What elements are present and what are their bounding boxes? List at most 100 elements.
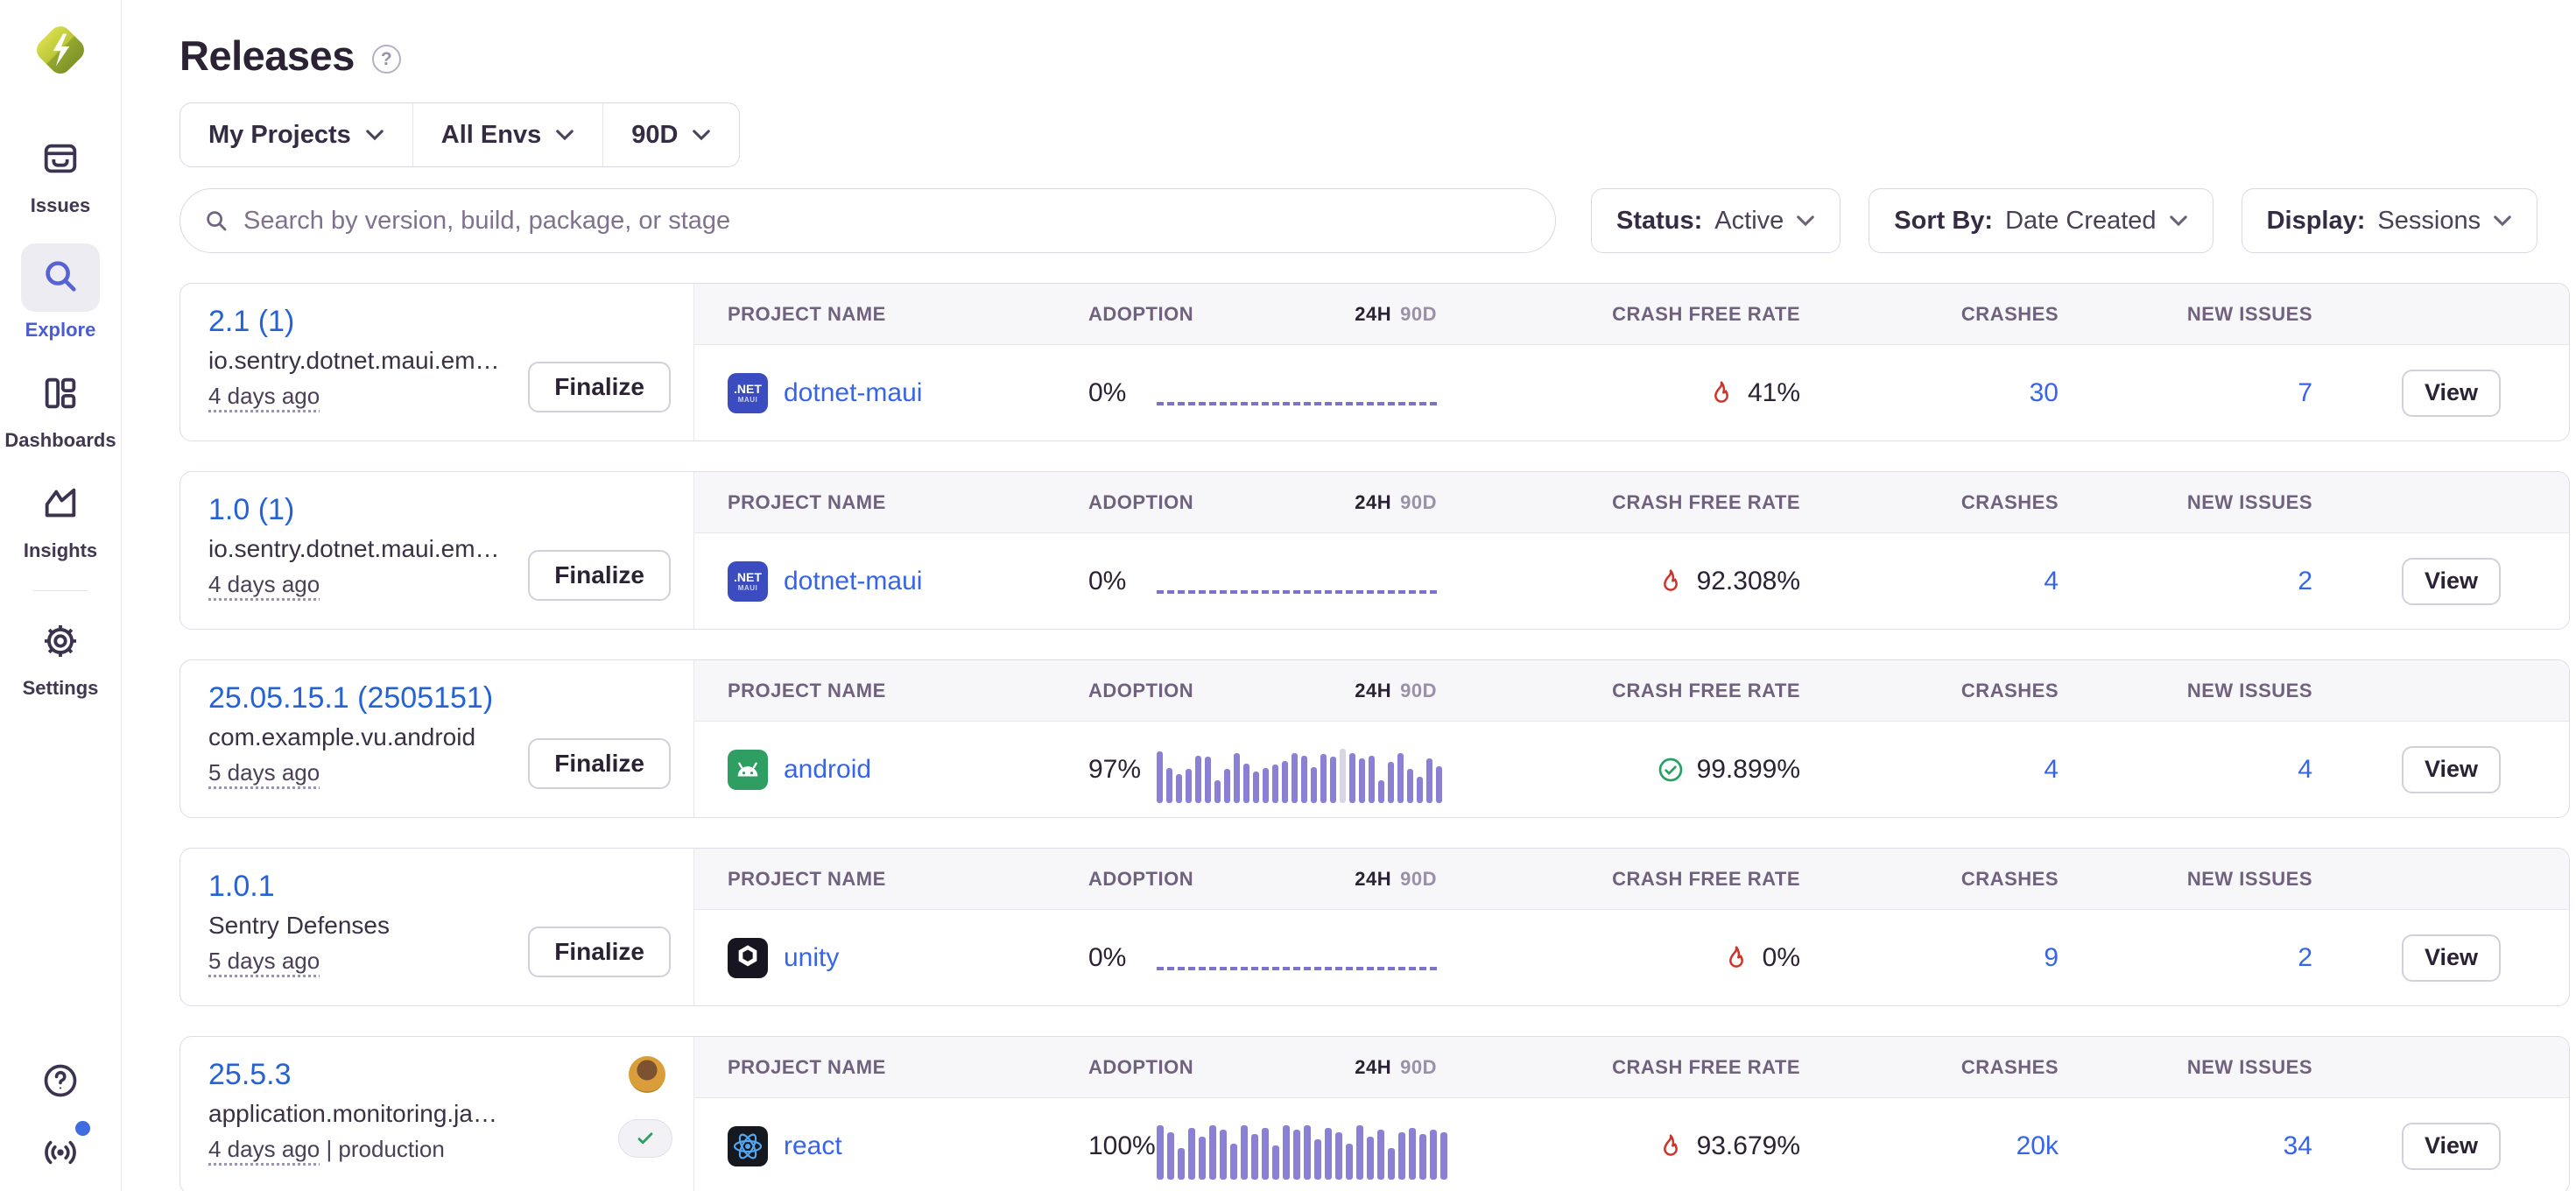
release-age[interactable]: 5 days ago	[208, 948, 320, 974]
new-issues-link[interactable]: 4	[2298, 755, 2312, 784]
sparkline-bar	[1178, 1148, 1185, 1180]
crashes-link[interactable]: 20k	[2016, 1131, 2059, 1160]
crash-free-status-icon	[1707, 379, 1735, 407]
finalized-badge[interactable]	[618, 1119, 672, 1158]
table-row: react 100% 93.679% 20k 34 View	[694, 1098, 2569, 1191]
sidebar: Issues Explore Dashboards Insights	[0, 0, 122, 1191]
release-version-link[interactable]: 25.05.15.1 (2505151)	[208, 681, 493, 715]
view-button[interactable]: View	[2402, 370, 2501, 417]
sparkline-bar	[1293, 1130, 1300, 1180]
crashes-link[interactable]: 9	[2044, 943, 2059, 972]
project-link[interactable]: react	[784, 1131, 842, 1161]
sidebar-item-explore[interactable]: Explore	[21, 243, 100, 342]
release-summary: 1.0 (1) io.sentry.dotnet.maui.em… 4 days…	[180, 472, 694, 629]
finalize-button[interactable]: Finalize	[528, 550, 671, 601]
chevron-down-icon	[2493, 215, 2512, 227]
help-icon[interactable]	[41, 1061, 80, 1100]
sidebar-item-settings[interactable]: Settings	[21, 616, 100, 700]
sparkline-bar	[1417, 777, 1423, 803]
crashes-cell: 4	[1818, 755, 2076, 785]
crash-free-rate-cell: 92.308%	[1454, 567, 1818, 596]
view-button[interactable]: View	[2402, 1123, 2501, 1170]
page-help-icon[interactable]: ?	[372, 45, 401, 74]
display-dropdown[interactable]: Display: Sessions	[2242, 188, 2538, 253]
sidebar-item-label: Explore	[25, 319, 96, 342]
project-link[interactable]: dotnet-maui	[784, 567, 922, 596]
release-age[interactable]: 5 days ago	[208, 759, 320, 786]
dotnet-maui-project-icon: .NETMAUI	[728, 373, 768, 413]
sidebar-item-insights[interactable]: Insights	[21, 478, 100, 562]
column-header-chart: 24H90D	[1157, 1056, 1454, 1079]
release-card: 1.0 (1) io.sentry.dotnet.maui.em… 4 days…	[179, 471, 2570, 630]
column-header-crash-free-rate: CRASH FREE RATE	[1454, 1056, 1818, 1079]
insights-icon	[40, 483, 81, 528]
column-header-crashes: CRASHES	[1818, 491, 2076, 514]
finalize-button[interactable]: Finalize	[528, 927, 671, 977]
column-header-adoption: ADOPTION	[1071, 868, 1157, 891]
new-issues-link[interactable]: 7	[2298, 378, 2312, 407]
broadcast-icon[interactable]	[41, 1133, 80, 1172]
search-input[interactable]	[242, 206, 1532, 236]
environment-filter-dropdown[interactable]: All Envs	[412, 103, 602, 166]
release-version-link[interactable]: 1.0 (1)	[208, 493, 294, 527]
flame-icon	[1657, 1132, 1685, 1160]
finalize-button[interactable]: Finalize	[528, 738, 671, 789]
sort-by-dropdown[interactable]: Sort By: Date Created	[1869, 188, 2213, 253]
new-issues-link[interactable]: 2	[2298, 943, 2312, 972]
view-button[interactable]: View	[2402, 558, 2501, 605]
display-label: Display:	[2267, 207, 2366, 236]
page-title: Releases	[179, 32, 355, 80]
release-age[interactable]: 4 days ago	[208, 571, 320, 597]
project-filter-dropdown[interactable]: My Projects	[180, 103, 412, 166]
crashes-link[interactable]: 4	[2044, 567, 2059, 596]
column-header-chart: 24H90D	[1157, 680, 1454, 702]
column-header-crash-free-rate: CRASH FREE RATE	[1454, 491, 1818, 514]
new-issues-cell: 34	[2076, 1131, 2330, 1161]
release-version-link[interactable]: 2.1 (1)	[208, 305, 294, 339]
project-link[interactable]: android	[784, 755, 871, 785]
project-link[interactable]: dotnet-maui	[784, 378, 922, 408]
avatar[interactable]	[629, 1056, 665, 1093]
status-dropdown[interactable]: Status: Active	[1591, 188, 1841, 253]
adoption-sparkline	[1157, 553, 1447, 615]
crashes-link[interactable]: 30	[2030, 378, 2059, 407]
finalize-button[interactable]: Finalize	[528, 362, 671, 412]
date-range-filter-dropdown[interactable]: 90D	[602, 103, 739, 166]
crashes-link[interactable]: 4	[2044, 755, 2059, 784]
release-age[interactable]: 4 days ago	[208, 1136, 320, 1162]
sort-by-value: Date Created	[2005, 207, 2157, 236]
new-issues-cell: 7	[2076, 378, 2330, 408]
sidebar-item-issues[interactable]: Issues	[21, 133, 100, 217]
sparkline-bar	[1157, 1125, 1164, 1180]
environment-filter-value: All Envs	[441, 121, 541, 150]
search-box	[179, 188, 1556, 253]
table-header-row: PROJECT NAME ADOPTION 24H90D CRASH FREE …	[694, 660, 2569, 722]
release-version-link[interactable]: 25.5.3	[208, 1058, 292, 1092]
release-summary: 25.5.3 application.monitoring.ja… 4 days…	[180, 1037, 694, 1191]
view-button[interactable]: View	[2402, 934, 2501, 982]
adoption-flatline	[1157, 590, 1437, 594]
column-header-project: PROJECT NAME	[694, 303, 1071, 326]
new-issues-link[interactable]: 34	[2284, 1131, 2312, 1160]
project-filter-value: My Projects	[208, 121, 351, 150]
sparkline-bar	[1166, 768, 1172, 803]
column-header-crashes: CRASHES	[1818, 303, 2076, 326]
sparkline-bar	[1199, 1137, 1206, 1180]
sentry-logo-icon[interactable]	[32, 19, 89, 86]
meta-separator: |	[320, 1136, 338, 1162]
adoption-value: 97%	[1071, 755, 1157, 785]
crash-free-status-icon	[1722, 944, 1750, 972]
release-age[interactable]: 4 days ago	[208, 383, 320, 409]
release-summary: 2.1 (1) io.sentry.dotnet.maui.em… 4 days…	[180, 284, 694, 440]
adoption-flatline	[1157, 967, 1437, 970]
page-filter-bar: My Projects All Envs 90D	[179, 102, 740, 167]
sidebar-item-dashboards[interactable]: Dashboards	[4, 368, 116, 452]
crash-free-rate-cell: 93.679%	[1454, 1131, 1818, 1161]
view-button[interactable]: View	[2402, 746, 2501, 793]
project-link[interactable]: unity	[784, 943, 839, 973]
release-table: PROJECT NAME ADOPTION 24H90D CRASH FREE …	[694, 660, 2569, 817]
new-issues-link[interactable]: 2	[2298, 567, 2312, 596]
crash-free-rate-value: 0%	[1763, 943, 1800, 973]
table-header-row: PROJECT NAME ADOPTION 24H90D CRASH FREE …	[694, 284, 2569, 345]
release-version-link[interactable]: 1.0.1	[208, 870, 275, 904]
